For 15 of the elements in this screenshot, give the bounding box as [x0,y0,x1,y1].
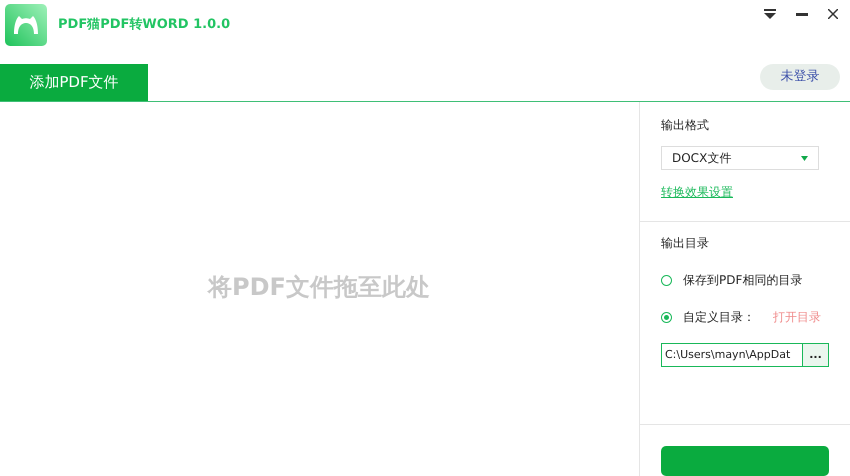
browse-button[interactable]: ... [802,343,829,367]
login-button[interactable]: 未登录 [760,64,840,90]
close-icon[interactable] [828,9,838,19]
path-field[interactable]: C:\Users\mayn\AppDat [661,343,802,367]
radio-button[interactable] [661,312,672,322]
radio-label: 保存到PDF相同的目录 [683,272,802,289]
cat-logo-icon [5,4,47,46]
section-label: 输出目录 [661,235,710,252]
section-label: 输出格式 [661,117,710,134]
dropdown-menu-icon[interactable] [764,8,776,20]
format-select[interactable]: DOCX文件 [661,146,819,170]
caret-icon [801,156,808,160]
radio-button[interactable] [661,274,672,286]
window-title: PDF猫PDF转WORD 1.0.0 [58,16,230,34]
radio-label: 自定义目录： [683,309,755,326]
